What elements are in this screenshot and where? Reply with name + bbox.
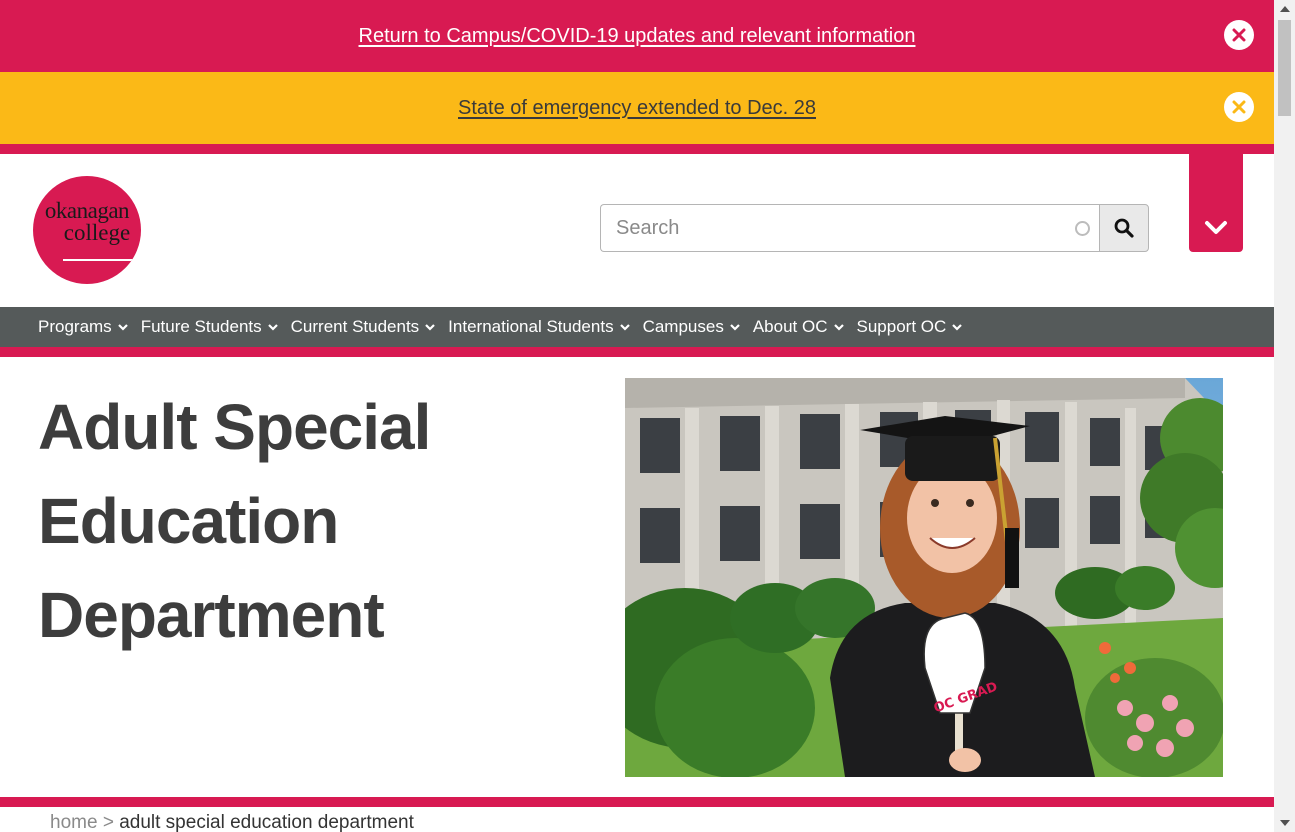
nav-item-label: Campuses	[642, 317, 724, 336]
nav-item-label: Support OC	[856, 317, 947, 336]
breadcrumb-home-link[interactable]: home	[50, 812, 98, 832]
nav-item-label: Current Students	[290, 317, 420, 336]
breadcrumb-current: adult special education department	[119, 812, 414, 832]
content-stripe	[0, 797, 1274, 807]
chevron-down-icon	[952, 324, 963, 331]
menu-toggle-button[interactable]	[1189, 154, 1243, 252]
close-emergency-alert-button[interactable]	[1224, 92, 1254, 122]
chevron-down-icon	[619, 324, 630, 331]
breadcrumb-separator: >	[102, 812, 114, 832]
graduate-photo: OC GRAD	[625, 378, 1223, 777]
main-nav: Programs Future Students Current Student…	[0, 307, 1274, 347]
breadcrumb: home > adult special education departmen…	[50, 812, 414, 832]
close-icon	[1232, 28, 1246, 42]
search-button[interactable]	[1099, 204, 1149, 252]
nav-item-label: Programs	[38, 317, 112, 336]
page: Return to Campus/COVID-19 updates and re…	[0, 0, 1274, 832]
okanagan-college-logo[interactable]: okanagan college	[33, 176, 141, 284]
logo-rule	[63, 259, 135, 261]
nav-item-about-oc[interactable]: About OC	[753, 317, 845, 337]
chevron-down-icon	[425, 324, 435, 331]
scroll-down-arrow-icon[interactable]	[1280, 820, 1290, 826]
scroll-up-arrow-icon[interactable]	[1280, 6, 1290, 12]
chevron-down-icon	[730, 324, 740, 331]
nav-item-international-students[interactable]: International Students	[448, 317, 630, 337]
nav-item-future-students[interactable]: Future Students	[141, 317, 279, 337]
emergency-alert-banner: State of emergency extended to Dec. 28	[0, 72, 1274, 144]
logo-line-2: college	[63, 220, 131, 245]
nav-stripe	[0, 347, 1274, 357]
search-input[interactable]	[600, 204, 1100, 252]
covid-alert-banner: Return to Campus/COVID-19 updates and re…	[0, 0, 1274, 72]
chevron-down-icon	[117, 324, 128, 331]
close-icon	[1232, 100, 1246, 114]
nav-item-label: International Students	[448, 317, 614, 336]
nav-item-campuses[interactable]: Campuses	[643, 317, 741, 337]
brand-stripe	[0, 144, 1274, 154]
page-title: Adult Special Education Department	[38, 391, 431, 651]
page-scrollbar[interactable]	[1274, 0, 1295, 832]
covid-alert-link[interactable]: Return to Campus/COVID-19 updates and re…	[359, 25, 916, 48]
scrollbar-thumb[interactable]	[1278, 20, 1291, 116]
search-form	[600, 204, 1149, 252]
nav-item-programs[interactable]: Programs	[38, 317, 129, 337]
nav-item-support-oc[interactable]: Support OC	[857, 317, 964, 337]
nav-item-label: About OC	[752, 317, 828, 336]
chevron-down-icon	[1205, 221, 1227, 234]
nav-item-label: Future Students	[140, 317, 262, 336]
emergency-alert-link[interactable]: State of emergency extended to Dec. 28	[458, 97, 816, 120]
search-clear-icon[interactable]	[1075, 221, 1090, 236]
chevron-down-icon	[267, 324, 278, 331]
search-icon	[1114, 218, 1134, 238]
nav-item-current-students[interactable]: Current Students	[291, 317, 437, 337]
chevron-down-icon	[833, 324, 844, 331]
close-covid-alert-button[interactable]	[1224, 20, 1254, 50]
